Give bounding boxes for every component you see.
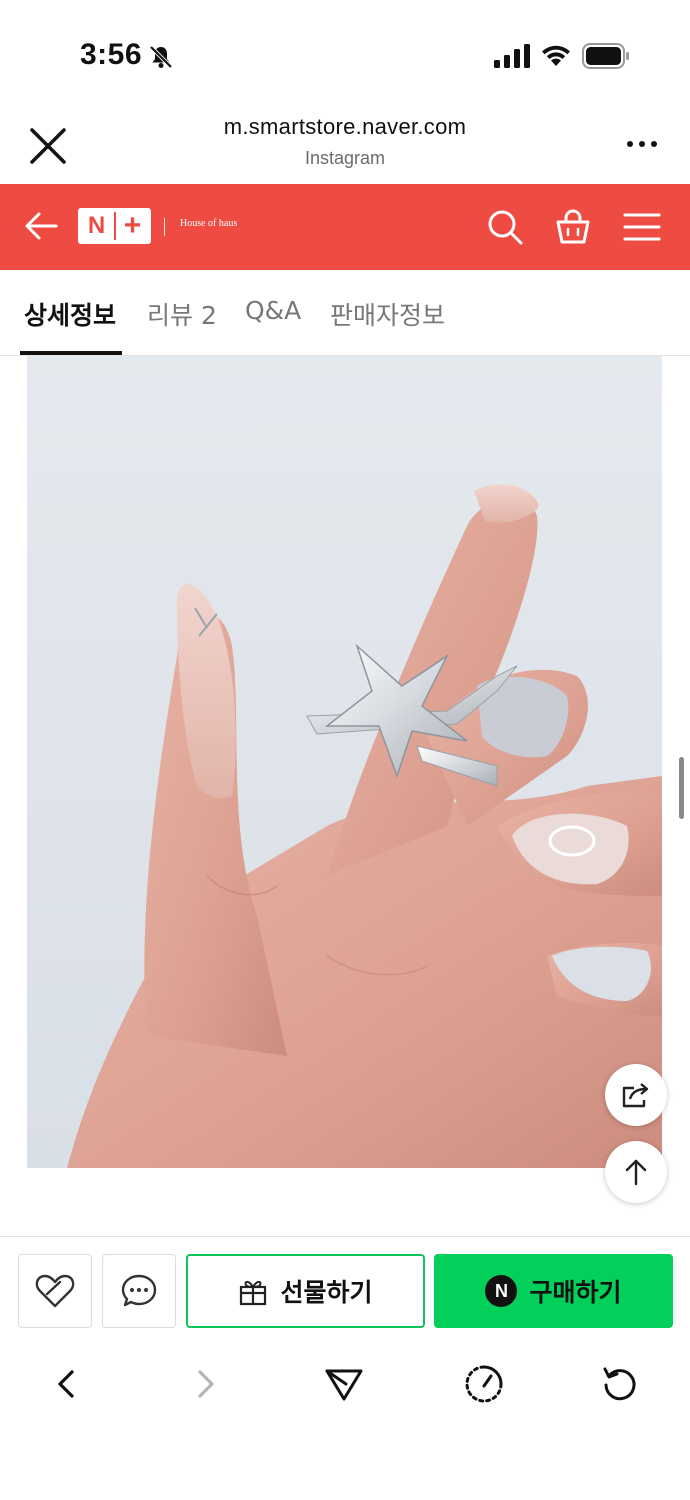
status-bar: 3:56	[0, 0, 690, 100]
share-button[interactable]	[605, 1064, 667, 1126]
page-scrollbar[interactable]	[679, 757, 684, 819]
naver-plus-logo[interactable]: N +	[78, 208, 151, 244]
signal-icon	[494, 44, 530, 68]
buy-label: 구매하기	[529, 1278, 622, 1307]
menu-icon[interactable]	[622, 210, 662, 244]
more-icon[interactable]	[620, 136, 664, 152]
back-arrow-icon[interactable]	[22, 206, 62, 246]
brand-name[interactable]: House of haus	[180, 218, 237, 229]
logo-divider	[164, 218, 165, 236]
tab-reviews[interactable]: 리뷰 2	[147, 296, 217, 332]
detail-tabs: 상세정보 리뷰 2 Q&A 판매자정보	[0, 270, 690, 356]
purchase-bar: 선물하기 N 구매하기	[0, 1236, 690, 1344]
browser-toolbar	[0, 1344, 690, 1424]
like-button[interactable]	[18, 1254, 92, 1328]
npay-badge: N	[485, 1275, 518, 1307]
speed-icon[interactable]	[464, 1364, 504, 1404]
status-time: 3:56	[80, 38, 143, 71]
talktalk-button[interactable]	[102, 1254, 176, 1328]
wifi-icon	[542, 45, 570, 66]
chat-icon	[121, 1274, 157, 1307]
active-tab-indicator	[20, 351, 122, 355]
chevron-left-icon[interactable]	[46, 1364, 86, 1404]
search-icon[interactable]	[486, 208, 524, 246]
heart-icon	[35, 1274, 75, 1308]
chevron-right-icon[interactable]	[186, 1364, 226, 1404]
share-icon	[622, 1083, 649, 1108]
gift-icon	[240, 1280, 267, 1306]
url-text[interactable]: m.smartstore.naver.com	[0, 114, 690, 140]
send-icon[interactable]	[324, 1364, 364, 1404]
battery-icon	[582, 43, 629, 69]
scroll-top-button[interactable]	[605, 1141, 667, 1203]
product-photo	[27, 356, 662, 1168]
plus-icon: +	[123, 209, 142, 242]
tab-seller-info[interactable]: 판매자정보	[330, 296, 445, 332]
refresh-icon[interactable]	[600, 1364, 640, 1404]
tab-qna[interactable]: Q&A	[245, 296, 301, 325]
arrow-up-icon	[625, 1159, 647, 1186]
gift-label: 선물하기	[280, 1278, 373, 1307]
ring-photo-illustration	[27, 356, 662, 1168]
cart-icon[interactable]	[554, 208, 592, 246]
logo-n: N	[87, 212, 106, 239]
buy-button[interactable]: N 구매하기	[434, 1254, 673, 1328]
bell-slash-icon	[149, 45, 173, 69]
gift-button[interactable]: 선물하기	[186, 1254, 425, 1328]
tab-detail[interactable]: 상세정보	[24, 296, 116, 332]
referrer-text: Instagram	[304, 148, 386, 168]
browser-header: m.smartstore.naver.com Instagram	[0, 100, 690, 184]
store-nav: N + House of haus	[0, 184, 690, 270]
